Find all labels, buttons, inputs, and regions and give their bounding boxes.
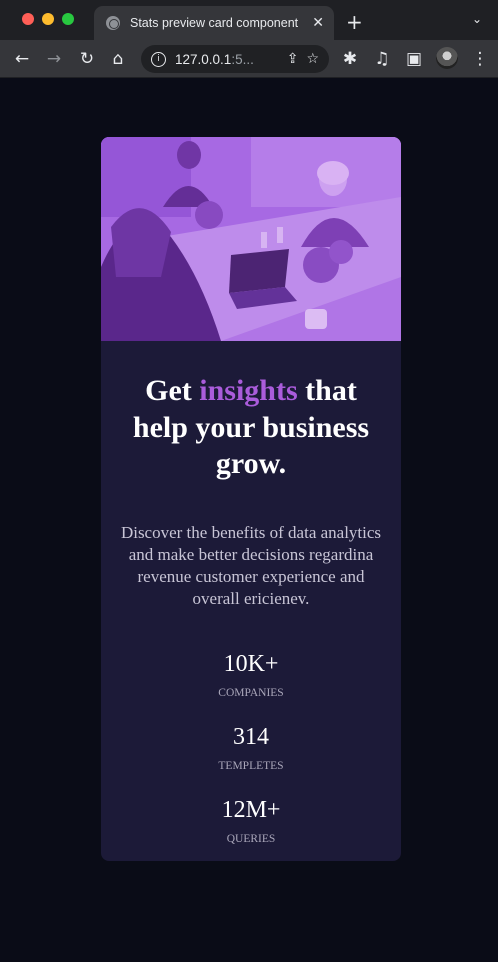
share-icon[interactable]: ⇪ (287, 51, 299, 67)
address-url: 127.0.0.1:5... (175, 51, 254, 67)
hero-image (101, 137, 401, 341)
tab-search-chevron-icon[interactable]: ⌄ (472, 12, 482, 26)
forward-icon[interactable]: → (43, 48, 65, 70)
reload-icon[interactable]: ↻ (76, 48, 98, 70)
stats-preview-card: Get insights that help your business gro… (101, 137, 401, 861)
browser-toolbar: ← → ↻ ⌂ i 127.0.0.1:5... ⇪ ☆ ✱ ♫ ▣ ⋮ (0, 40, 498, 78)
sidepanel-icon[interactable]: ▣ (403, 48, 425, 70)
tab-title: Stats preview card component (130, 16, 299, 30)
menu-icon[interactable]: ⋮ (469, 48, 491, 70)
extensions-icon[interactable]: ✱ (339, 48, 361, 70)
stat-templates: 314 Templetes (101, 723, 401, 773)
new-tab-button[interactable]: + (346, 10, 363, 34)
close-window-button[interactable] (22, 13, 34, 25)
minimize-window-button[interactable] (42, 13, 54, 25)
browser-tab[interactable]: Stats preview card component ✕ (94, 6, 334, 40)
stat-label: Queries (226, 833, 276, 845)
globe-icon (106, 16, 120, 30)
home-icon[interactable]: ⌂ (107, 48, 129, 70)
maximize-window-button[interactable] (62, 13, 74, 25)
stat-label: Templetes (218, 760, 284, 772)
address-bar[interactable]: i 127.0.0.1:5... ⇪ ☆ (141, 45, 329, 73)
stat-label: Companies (218, 687, 284, 699)
stat-value: 314 (233, 724, 269, 750)
browser-titlebar: Stats preview card component ✕ + ⌄ (0, 0, 498, 40)
stat-value: 12M+ (221, 797, 281, 823)
headline-accent: insights (199, 374, 298, 407)
office-photo-illustration (101, 137, 401, 341)
close-tab-icon[interactable]: ✕ (312, 15, 324, 31)
media-icon[interactable]: ♫ (371, 48, 393, 70)
stat-queries: 12M+ Queries (101, 796, 401, 846)
back-icon[interactable]: ← (11, 48, 33, 70)
stat-companies: 10K+ Companies (101, 650, 401, 700)
info-icon[interactable]: i (151, 51, 166, 67)
star-icon[interactable]: ☆ (306, 51, 319, 67)
stat-value: 10K+ (223, 651, 279, 677)
card-description: Discover the benefits of data analytics … (120, 523, 382, 608)
card-headline: Get insights that help your business gro… (132, 374, 370, 480)
avatar[interactable] (436, 47, 458, 69)
